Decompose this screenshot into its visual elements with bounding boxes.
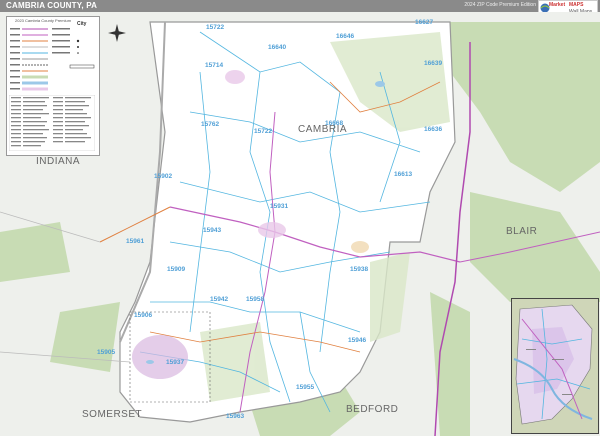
zip-label: 15958 xyxy=(246,296,265,303)
zip-label: 15937 xyxy=(166,359,185,366)
title-bar: CAMBRIA COUNTY, PA 2024 ZIP Code Premium… xyxy=(0,0,600,12)
zip-label: 16627 xyxy=(415,19,434,26)
county-label-indiana: INDIANA xyxy=(36,156,81,167)
map-legend: 2023 Cambria County Premium City xyxy=(6,16,100,156)
zip-label: 15942 xyxy=(210,296,229,303)
zip-label: 16640 xyxy=(268,44,287,51)
zip-index-table xyxy=(9,95,95,151)
county-label-bedford: BEDFORD xyxy=(346,404,399,415)
zip-label: 15963 xyxy=(226,413,245,420)
legend-title: 2023 Cambria County Premium xyxy=(15,18,72,23)
zip-label: 16636 xyxy=(424,126,443,133)
zip-label: 15955 xyxy=(296,384,315,391)
zip-label: 15943 xyxy=(203,227,222,234)
johnstown-inset-map xyxy=(511,298,599,434)
logo-line-2: MAPS xyxy=(569,2,584,8)
logo-line-1: Market xyxy=(549,2,566,8)
zip-label: 15902 xyxy=(154,173,173,180)
map-frame: CAMBRIA COUNTY, PA 2024 ZIP Code Premium… xyxy=(0,0,600,436)
inset-canvas xyxy=(512,299,598,433)
county-label-somerset: SOMERSET xyxy=(82,409,143,420)
zip-label: 15906 xyxy=(134,312,153,319)
zip-label: 15722 xyxy=(254,128,273,135)
zip-label: 15762 xyxy=(201,121,220,128)
zip-label: 15905 xyxy=(97,349,116,356)
county-label-blair: BLAIR xyxy=(506,226,538,237)
zip-label: 15909 xyxy=(167,266,186,273)
compass-rose-icon xyxy=(108,24,126,42)
zip-label: 16639 xyxy=(424,60,443,67)
zip-label: 15714 xyxy=(205,62,224,69)
zip-label: 16668 xyxy=(325,120,344,127)
zip-label: 16613 xyxy=(394,171,413,178)
zip-label: 15722 xyxy=(206,24,225,31)
zip-label: 15961 xyxy=(126,238,145,245)
zip-label: 15931 xyxy=(270,203,289,210)
zip-label: 16646 xyxy=(336,33,355,40)
zip-label: 15946 xyxy=(348,337,367,344)
edition-label: 2024 ZIP Code Premium Edition xyxy=(464,2,536,8)
zip-label: 15938 xyxy=(350,266,369,273)
legend-symbols xyxy=(10,28,95,91)
map-title: CAMBRIA COUNTY, PA xyxy=(6,1,98,10)
